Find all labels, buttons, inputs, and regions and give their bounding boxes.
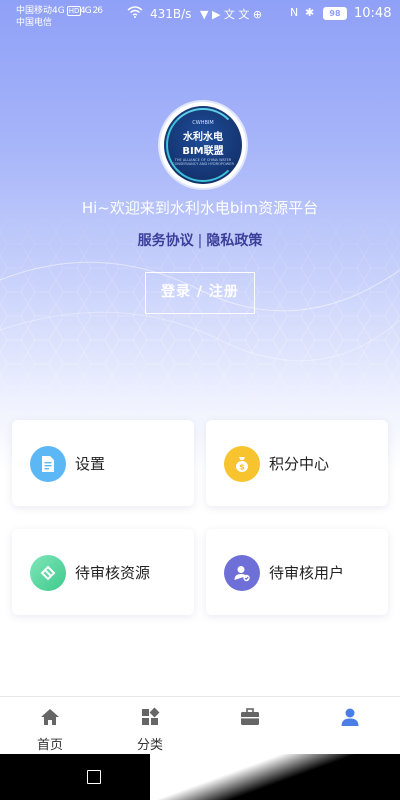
points-center-label: 积分中心	[269, 455, 330, 473]
user-check-icon	[224, 555, 260, 591]
battery-icon: 98	[323, 7, 347, 20]
tab-category[interactable]: 分类	[100, 697, 200, 755]
link-separator: |	[197, 233, 203, 249]
pending-resources-label: 待审核资源	[75, 564, 151, 582]
carrier-secondary: 中国电信	[16, 18, 53, 28]
tab-category-label: 分类	[136, 738, 163, 753]
signal-icon: 4G 26	[80, 6, 103, 16]
grid-icon	[142, 707, 160, 725]
briefcase-icon	[241, 708, 259, 725]
link-icon	[30, 555, 66, 591]
user-icon	[341, 708, 359, 726]
wifi-icon	[127, 6, 143, 21]
policy-links: 服务协议 | 隐私政策	[0, 230, 400, 250]
logo-title-line2: BIM联盟	[182, 146, 224, 157]
settings-card[interactable]: 设置	[12, 420, 194, 506]
status-bar: 中国移动4G HD 中国电信 4G 26 431B/s ▼ ▶ 文 文 ⊕ N ✱…	[0, 0, 400, 30]
svg-text:$: $	[239, 463, 245, 472]
tab-profile[interactable]	[300, 697, 400, 755]
logo-subtitle: THE ALLIANCE OF CHINA WATER CONSERVANCY …	[172, 158, 234, 166]
home-icon	[41, 709, 59, 725]
recent-apps-button[interactable]	[87, 770, 101, 784]
pending-users-card[interactable]: 待审核用户	[206, 529, 388, 615]
logo-abbrev: CWHBIM	[192, 120, 214, 126]
pending-resources-card[interactable]: 待审核资源	[12, 529, 194, 615]
login-register-button[interactable]: 登录 / 注册	[145, 272, 255, 314]
tab-home-label: 首页	[36, 738, 63, 753]
nfc-icon: N	[290, 6, 299, 19]
document-icon	[30, 446, 66, 482]
network-speed: 431B/s	[150, 7, 192, 21]
clock: 10:48	[354, 6, 392, 21]
pending-users-label: 待审核用户	[269, 564, 345, 582]
logo-emblem: CWHBIM 水利水电 BIM联盟 THE ALLIANCE OF CHINA …	[164, 106, 242, 184]
tab-home[interactable]: 首页	[0, 697, 100, 755]
app-logo: CWHBIM 水利水电 BIM联盟 THE ALLIANCE OF CHINA …	[160, 102, 246, 188]
money-bag-icon: $	[224, 446, 260, 482]
overlay-fade	[150, 754, 400, 800]
bluetooth-icon: ✱	[305, 6, 315, 19]
points-center-card[interactable]: $ 积分中心	[206, 420, 388, 506]
bottom-navigation: 首页 分类	[0, 696, 400, 754]
privacy-policy-link[interactable]: 隐私政策	[206, 233, 262, 249]
logo-title-line1: 水利水电	[183, 132, 223, 143]
tab-work[interactable]	[200, 697, 300, 755]
system-nav-bar	[0, 754, 400, 800]
service-agreement-link[interactable]: 服务协议	[138, 233, 194, 249]
welcome-text: Hi~欢迎来到水利水电bim资源平台	[81, 199, 319, 217]
notification-icons: ▼ ▶ 文 文 ⊕	[200, 8, 263, 21]
settings-label: 设置	[75, 455, 106, 473]
